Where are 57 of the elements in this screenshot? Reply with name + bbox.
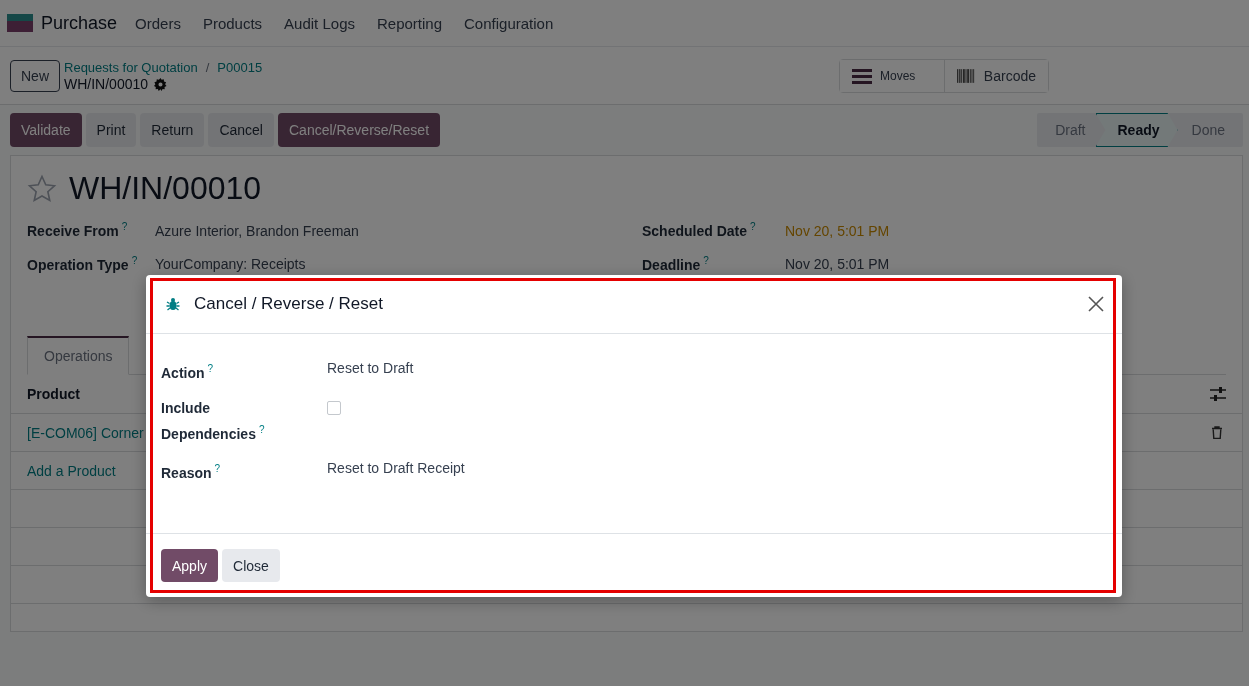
status-stage[interactable]: Ready: [1095, 113, 1178, 147]
dialog-button[interactable]: Apply: [161, 549, 219, 582]
column-header: Product: [27, 386, 80, 403]
add-product-link[interactable]: Add a Product: [27, 462, 116, 479]
field-label: Include Dependencies $^{?}$: [161, 398, 266, 444]
tab[interactable]: Operations: [27, 336, 130, 376]
field-label: Action $^{?}$: [161, 362, 215, 383]
field-label: Receive From $^{?}$: [27, 221, 129, 239]
dialog-button[interactable]: Close: [222, 549, 280, 582]
bug-icon: [166, 297, 180, 311]
help-mark: ?: [258, 423, 265, 435]
breadcrumb-link[interactable]: P00015: [217, 58, 263, 76]
trash-icon: [1211, 426, 1223, 440]
field-value: Reset to Draft Receipt: [327, 459, 466, 479]
gear-icon: [154, 77, 168, 91]
field-value[interactable]: YourCompany: Receipts: [155, 256, 642, 273]
new-button[interactable]: New: [10, 59, 60, 92]
action-button[interactable]: Return: [140, 113, 205, 147]
star-icon[interactable]: [27, 173, 57, 204]
field-value[interactable]: Azure Interior, Brandon Freeman: [155, 222, 642, 239]
smart-button[interactable]: Barcode: [944, 59, 1048, 92]
menu-item[interactable]: Reporting: [377, 14, 443, 32]
field-label: Scheduled Date $^{?}$: [642, 221, 757, 239]
breadcrumb-link[interactable]: Requests for Quotation: [64, 58, 198, 76]
record-title: WH/IN/00010: [69, 170, 262, 207]
help-mark: ?: [121, 221, 128, 232]
help-mark: ?: [703, 254, 709, 266]
help-mark: ?: [207, 363, 214, 374]
menu-item[interactable]: Audit Logs: [284, 14, 355, 32]
field-label: Operation Type $^{?}$: [27, 254, 139, 273]
record-name: WH/IN/00010: [64, 75, 149, 93]
list-icon: [852, 67, 872, 84]
app-name[interactable]: Purchase: [41, 12, 118, 34]
checkbox[interactable]: [327, 400, 341, 415]
sliders-icon: [1210, 387, 1226, 402]
product-link[interactable]: [E-COM06] Corner: [27, 424, 144, 441]
help-mark: ?: [131, 254, 138, 266]
action-button[interactable]: Validate: [10, 113, 82, 147]
breadcrumb-separator: /: [205, 58, 210, 76]
field-value[interactable]: Nov 20, 5:01 PM: [785, 222, 1226, 239]
barcode-icon: [957, 67, 976, 84]
menu-item[interactable]: Orders: [135, 14, 181, 32]
action-button[interactable]: Cancel/Reverse/Reset: [278, 113, 441, 147]
help-mark: ?: [214, 463, 221, 475]
field-value: Reset to Draft: [327, 359, 415, 378]
menu-item[interactable]: Products: [202, 14, 263, 32]
help-mark: ?: [750, 221, 756, 232]
action-button[interactable]: Print: [85, 113, 137, 147]
dialog-title: Cancel / Reverse / Reset: [194, 294, 383, 314]
field-value[interactable]: Nov 20, 5:01 PM: [785, 256, 1226, 273]
field-label: Reason $^{?}$: [161, 462, 222, 483]
field-label: Deadline $^{?}$: [642, 254, 710, 273]
menu-item[interactable]: Configuration: [464, 14, 554, 32]
action-button[interactable]: Cancel: [208, 113, 274, 147]
close-icon: [1088, 296, 1104, 312]
close-button[interactable]: [1086, 294, 1106, 314]
app-logo-icon: [7, 14, 33, 32]
